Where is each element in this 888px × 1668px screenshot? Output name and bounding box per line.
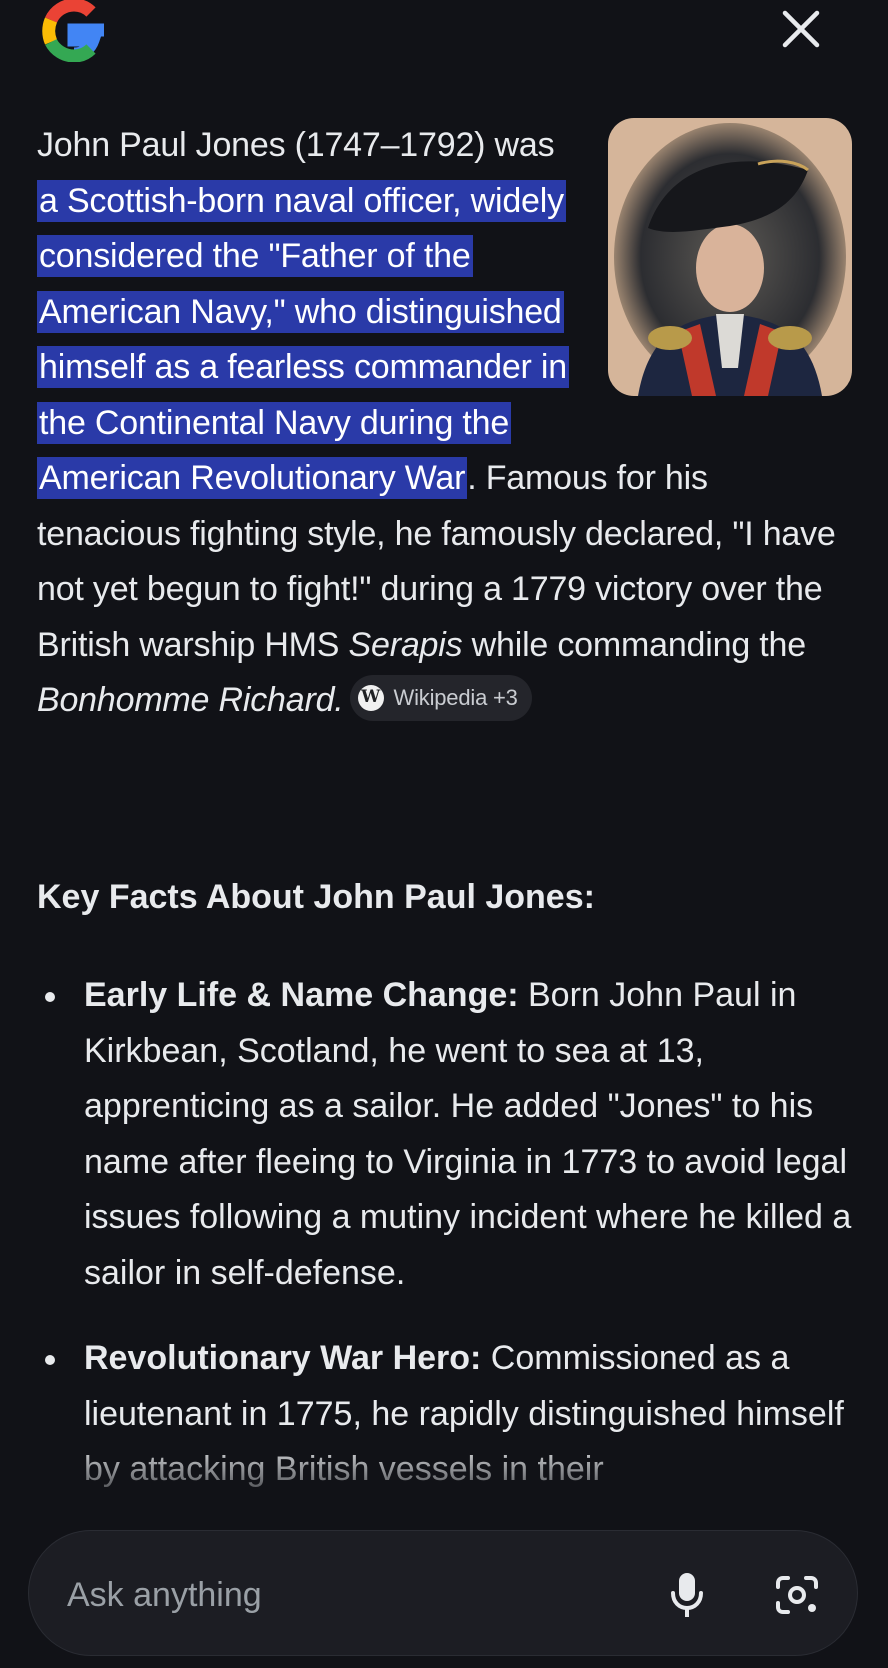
fact-text: Born John Paul in Kirkbean, Scotland, he… [84,976,852,1292]
intro-lead: John Paul Jones (1747–1792) was [37,126,555,164]
microphone-icon [671,1573,703,1617]
ask-input[interactable] [65,1567,589,1623]
answer-paragraph: John Paul Jones (1747–1792) was a Scotti… [37,118,837,729]
list-item: Early Life & Name Change: Born John Paul… [37,968,857,1301]
ship-name-bonhomme-richard: Bonhomme Richard. [37,681,344,719]
portrait-spacer [567,118,837,418]
top-bar [0,0,888,70]
fact-label: Revolutionary War Hero: [84,1339,482,1377]
source-chip[interactable]: W Wikipedia +3 [349,675,532,722]
bullet-icon [45,1355,55,1365]
source-chip-label: Wikipedia +3 [393,685,518,711]
bullet-icon [45,992,55,1002]
highlighted-summary: a Scottish-born naval officer, widely co… [37,179,569,499]
microphone-button[interactable] [661,1567,713,1623]
ship-name-serapis: Serapis [348,625,463,664]
camera-lens-icon [776,1576,818,1614]
close-icon [782,10,820,48]
answer-text-block: John Paul Jones (1747–1792) was a Scotti… [37,118,837,729]
wikipedia-icon: W [357,685,384,712]
close-button[interactable] [778,6,824,52]
lens-button[interactable] [769,1567,825,1623]
ask-bar[interactable] [28,1530,858,1656]
intro-mid: while commanding the [462,625,807,664]
key-facts-heading: Key Facts About John Paul Jones: [37,878,595,916]
google-g-logo-icon [36,0,110,63]
fact-label: Early Life & Name Change: [84,976,519,1014]
